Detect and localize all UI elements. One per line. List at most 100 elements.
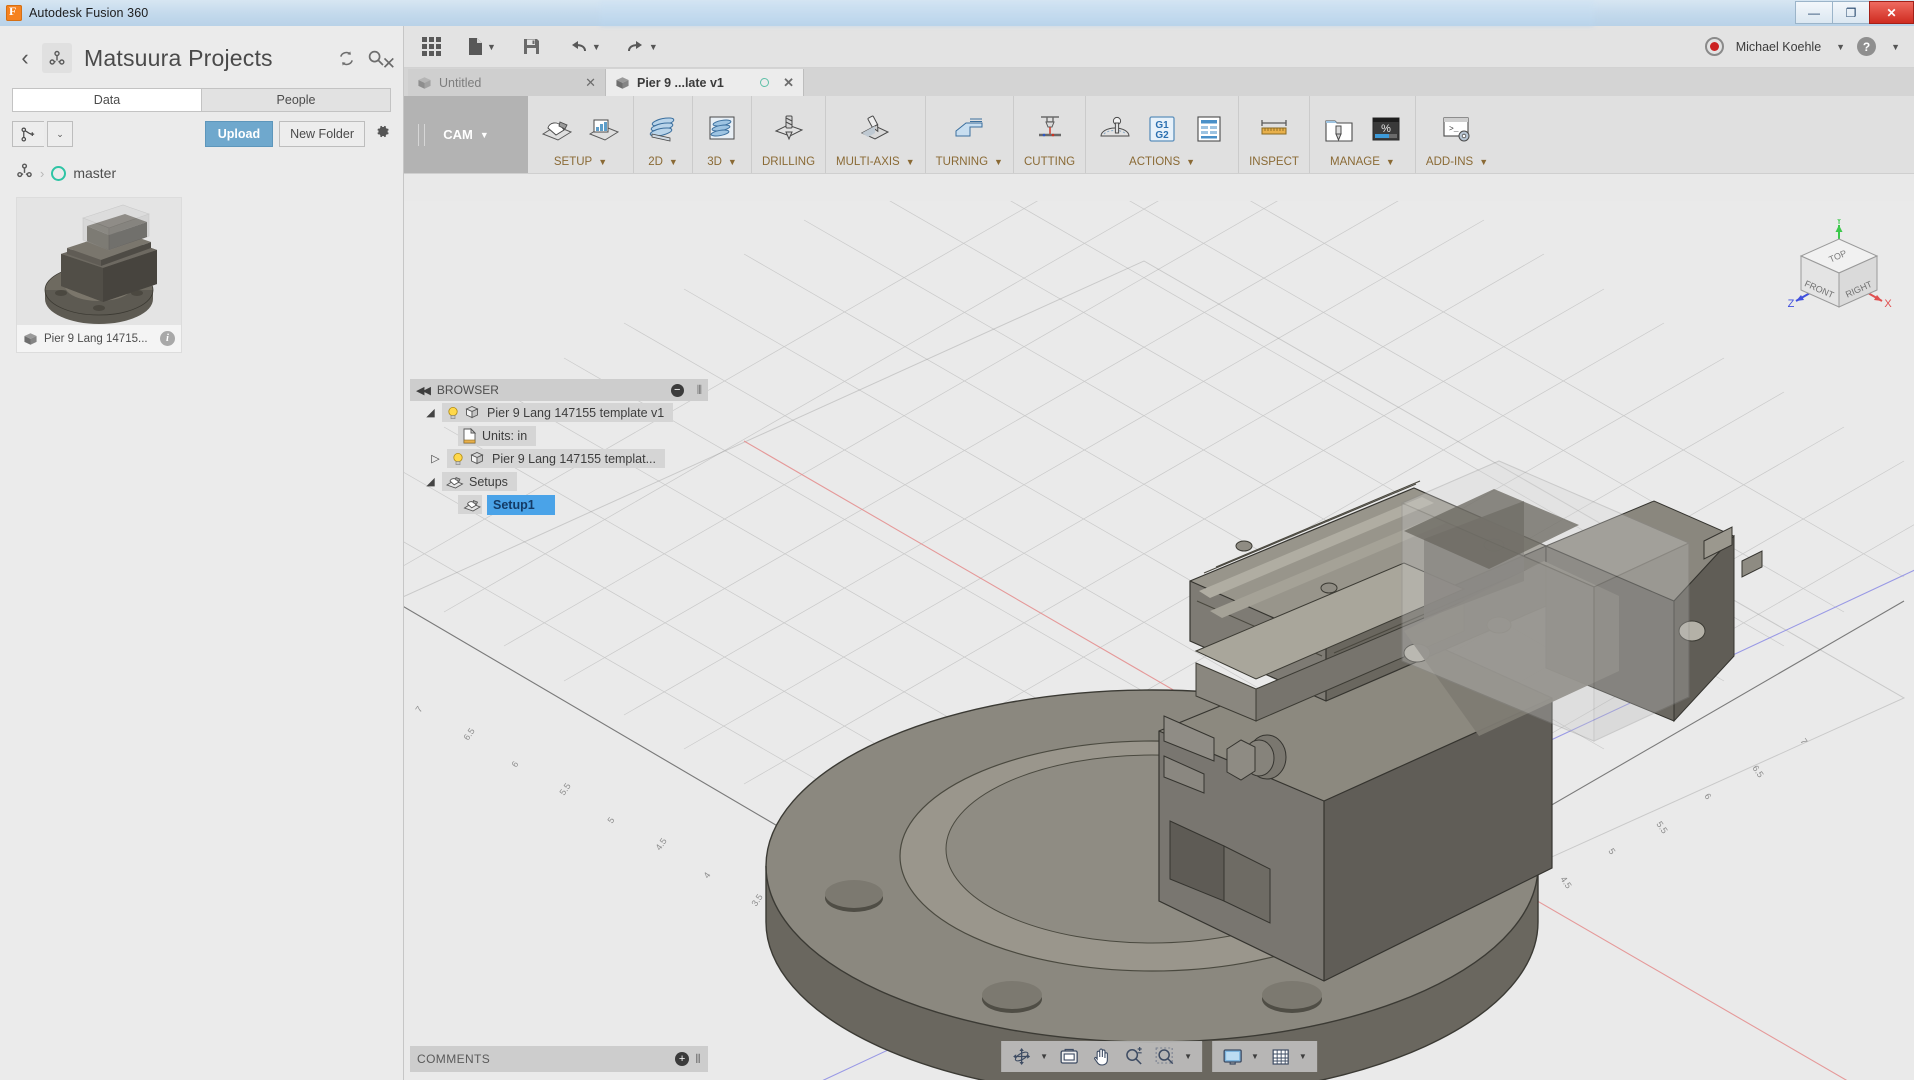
info-icon[interactable]: i: [160, 331, 175, 346]
visibility-bulb-icon[interactable]: [446, 406, 460, 420]
drilling-icon[interactable]: [770, 110, 808, 148]
setup-icon[interactable]: [538, 110, 576, 148]
multi-axis-caret-icon[interactable]: ▼: [906, 157, 915, 167]
workspace-switcher[interactable]: CAM ▼: [404, 96, 528, 173]
expand-triangle-icon[interactable]: ◢: [424, 406, 437, 419]
orbit-caret-icon[interactable]: ▼: [1040, 1052, 1051, 1061]
ribbon-group-turning[interactable]: TURNING ▼: [926, 96, 1014, 173]
ribbon-group-multi-axis[interactable]: MULTI-AXIS ▼: [826, 96, 926, 173]
help-caret-icon[interactable]: ▼: [1891, 42, 1900, 52]
collapse-left-icon[interactable]: ◀◀: [416, 384, 429, 397]
comments-panel[interactable]: COMMENTS + ⦀: [410, 1046, 708, 1072]
record-icon[interactable]: [1705, 37, 1724, 56]
tree-row-units[interactable]: Units: in: [410, 424, 708, 447]
orbit-icon[interactable]: [1008, 1044, 1035, 1069]
close-data-panel-icon[interactable]: ✕: [382, 54, 396, 74]
upload-button[interactable]: Upload: [205, 121, 273, 147]
pan-hand-icon[interactable]: [1088, 1044, 1115, 1069]
turning-icon[interactable]: [950, 110, 988, 148]
3d-toolpath-icon[interactable]: [703, 110, 741, 148]
zoom-window-icon[interactable]: [1152, 1044, 1179, 1069]
setup-sheet-list-icon[interactable]: [1190, 110, 1228, 148]
tree-row-sub-component[interactable]: ▷ Pier 9 Lang 147155 templat...: [410, 447, 708, 470]
refresh-icon[interactable]: [331, 43, 361, 73]
new-file-icon[interactable]: ▼: [462, 30, 501, 64]
2d-toolpath-icon[interactable]: [644, 110, 682, 148]
addins-caret-icon[interactable]: ▼: [1479, 157, 1488, 167]
window-controls[interactable]: — ❐ ✕: [1795, 0, 1914, 26]
branch-dropdown-caret-icon[interactable]: ⌄: [47, 121, 73, 147]
tab-people[interactable]: People: [201, 88, 391, 112]
grid-snaps-icon[interactable]: [1267, 1044, 1294, 1069]
visibility-bulb-icon[interactable]: [451, 452, 465, 466]
grid-caret-icon[interactable]: ▼: [1299, 1052, 1310, 1061]
close-tab-icon[interactable]: ✕: [783, 75, 794, 91]
ribbon-group-setup[interactable]: SETUP ▼: [528, 96, 634, 173]
grip-icon[interactable]: ⦀: [697, 383, 702, 398]
viewport-canvas[interactable]: 0 0.5 1 1.5 2 2.5 3 3.5 4 4.5 5 5.5 6 6.…: [404, 201, 1914, 1080]
ribbon-group-cutting[interactable]: CUTTING: [1014, 96, 1086, 173]
multi-axis-icon[interactable]: [856, 110, 894, 148]
2d-caret-icon[interactable]: ▼: [669, 157, 678, 167]
setup-sheet-icon[interactable]: [585, 110, 623, 148]
back-button[interactable]: ‹: [12, 47, 38, 69]
3d-caret-icon[interactable]: ▼: [728, 157, 737, 167]
3d-viewport[interactable]: 0 0.5 1 1.5 2 2.5 3 3.5 4 4.5 5 5.5 6 6.…: [404, 201, 1914, 1080]
display-settings-icon[interactable]: [1219, 1044, 1246, 1069]
ribbon-group-3d[interactable]: 3D ▼: [693, 96, 752, 173]
model-thumbnail[interactable]: [17, 198, 181, 325]
close-button[interactable]: ✕: [1869, 1, 1914, 24]
ribbon-group-2d[interactable]: 2D ▼: [634, 96, 693, 173]
ribbon-group-addins[interactable]: >_ ADD-INS ▼: [1416, 96, 1498, 173]
expand-triangle-icon[interactable]: ▷: [429, 452, 442, 465]
redo-caret-icon[interactable]: ▼: [649, 42, 658, 52]
apps-grid-icon[interactable]: [414, 30, 448, 64]
machining-time-icon[interactable]: %: [1367, 110, 1405, 148]
view-cube[interactable]: Y Z X TOP FRONT RIGHT: [1780, 219, 1898, 323]
data-panel-tabs[interactable]: Data People: [12, 88, 391, 112]
user-name-label[interactable]: Michael Koehle: [1736, 40, 1821, 54]
simulate-icon[interactable]: [1096, 110, 1134, 148]
gear-icon[interactable]: [374, 123, 391, 145]
undo-icon[interactable]: ▼: [563, 30, 606, 64]
zoom-window-caret-icon[interactable]: ▼: [1184, 1052, 1195, 1061]
new-folder-button[interactable]: New Folder: [279, 121, 365, 147]
turning-caret-icon[interactable]: ▼: [994, 157, 1003, 167]
user-caret-icon[interactable]: ▼: [1836, 42, 1845, 52]
zoom-icon[interactable]: [1120, 1044, 1147, 1069]
scripts-addins-icon[interactable]: >_: [1438, 110, 1476, 148]
ribbon-group-manage[interactable]: % MANAGE ▼: [1310, 96, 1416, 173]
grip-icon[interactable]: ⦀: [695, 1052, 701, 1067]
actions-caret-icon[interactable]: ▼: [1186, 157, 1195, 167]
new-file-caret-icon[interactable]: ▼: [487, 42, 496, 52]
close-tab-icon[interactable]: ✕: [585, 75, 596, 91]
breadcrumb[interactable]: › master: [16, 162, 403, 184]
setup-caret-icon[interactable]: ▼: [598, 157, 607, 167]
ribbon-group-inspect[interactable]: INSPECT: [1239, 96, 1310, 173]
undo-caret-icon[interactable]: ▼: [592, 42, 601, 52]
breadcrumb-branch-name[interactable]: master: [73, 165, 116, 181]
plus-icon[interactable]: +: [675, 1052, 689, 1066]
breadcrumb-project-icon[interactable]: [16, 162, 33, 184]
tab-pier9-template[interactable]: Pier 9 ...late v1 ✕: [606, 69, 804, 96]
cutting-icon[interactable]: [1031, 110, 1069, 148]
restore-button[interactable]: ❐: [1832, 1, 1869, 24]
workspace-caret-icon[interactable]: ▼: [480, 130, 489, 140]
tab-data[interactable]: Data: [12, 88, 201, 112]
list-item[interactable]: Pier 9 Lang 14715... i: [17, 198, 181, 352]
redo-icon[interactable]: ▼: [620, 30, 663, 64]
tree-row-setups-folder[interactable]: ◢ Setups: [410, 470, 708, 493]
pan-look-at-icon[interactable]: [1056, 1044, 1083, 1069]
help-icon[interactable]: ?: [1857, 37, 1876, 56]
measure-icon[interactable]: [1255, 110, 1293, 148]
ribbon-group-drilling[interactable]: DRILLING: [752, 96, 826, 173]
display-caret-icon[interactable]: ▼: [1251, 1052, 1262, 1061]
tool-library-icon[interactable]: [1320, 110, 1358, 148]
post-process-icon[interactable]: G1 G2: [1143, 110, 1181, 148]
tree-row-root-component[interactable]: ◢ Pier 9 Lang 147155 template v1: [410, 401, 708, 424]
tab-untitled[interactable]: Untitled ✕: [408, 69, 606, 96]
manage-caret-icon[interactable]: ▼: [1386, 157, 1395, 167]
minimize-button[interactable]: —: [1795, 1, 1832, 24]
save-icon[interactable]: [515, 30, 549, 64]
branch-icon[interactable]: [12, 121, 44, 147]
